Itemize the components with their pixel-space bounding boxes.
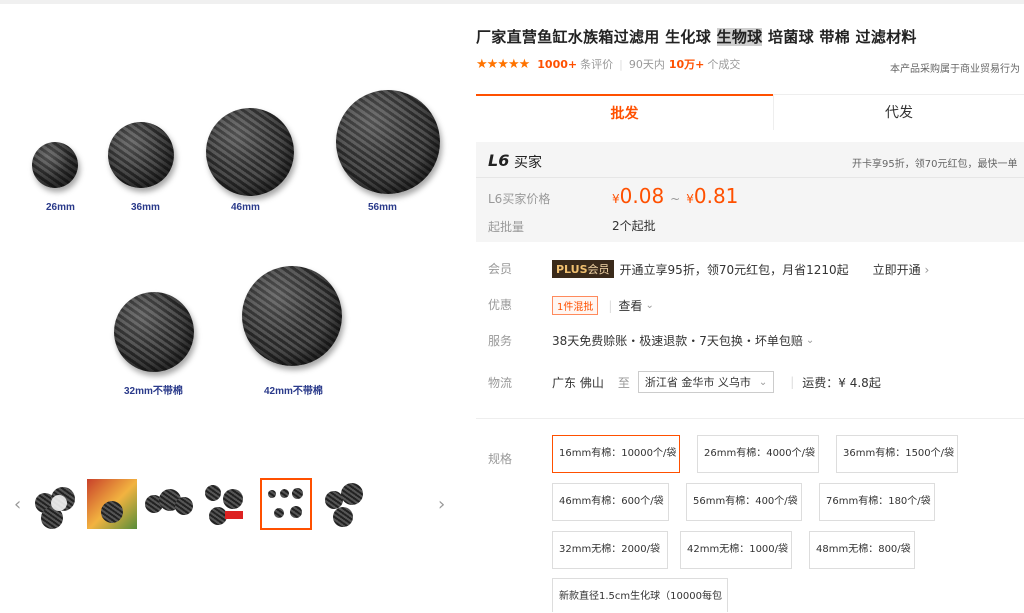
divider: | (619, 57, 623, 71)
plus-member-badge: PLUS会员 (552, 260, 614, 278)
thumbnail[interactable] (142, 478, 194, 530)
purchase-note: 本产品采购属于商业贸易行为 (890, 64, 1020, 75)
bio-ball-36mm (108, 122, 174, 188)
member-row: 会员 PLUS会员 开通立享95折，领70元红包，月省1210起 立即开通 (476, 256, 1024, 282)
ship-to-label: 至 (617, 375, 630, 390)
spec-option[interactable]: 46mm有棉：600个/袋 (552, 483, 669, 521)
thumbnail-active[interactable] (260, 478, 312, 530)
open-membership-link[interactable]: 立即开通 (873, 261, 930, 278)
thumbnail[interactable] (318, 478, 370, 530)
bio-ball-26mm (32, 142, 78, 188)
spec-option[interactable]: 42mm无棉：1000/袋 (680, 531, 792, 569)
service-text[interactable]: 38天免费赊账・极速退款・7天包换・坏单包赔 (552, 332, 803, 349)
moq-label: 起批量 (488, 220, 525, 234)
member-label: 会员 (488, 262, 513, 276)
divider: | (608, 298, 613, 313)
spec-option[interactable]: 56mm有棉：400个/袋 (686, 483, 802, 521)
destination-select[interactable]: 浙江省 金华市 义乌市 ⌄ (637, 371, 775, 393)
discount-row: 优惠 1件混批 | 查看 ⌄ (476, 292, 1024, 318)
section-divider (476, 418, 1024, 419)
top-border (0, 0, 1024, 4)
ball-size-label: 46mm (231, 202, 260, 213)
spec-option[interactable]: 48mm无棉：800/袋 (809, 531, 915, 569)
bio-ball-56mm (336, 90, 440, 194)
purchase-tabs: 批发 代发 (476, 94, 1024, 130)
thumbnail-next-arrow[interactable]: › (438, 494, 445, 515)
currency-symbol: ¥ (612, 192, 620, 206)
price-tilde: ~ (670, 192, 681, 206)
discount-label: 优惠 (488, 298, 513, 312)
sold-label: 个成交 (707, 58, 741, 71)
buyer-level-label: 买家 (514, 155, 542, 171)
spec-label: 规格 (488, 452, 513, 466)
spec-option[interactable]: 76mm有棉：180个/袋 (819, 483, 935, 521)
member-text: 开通立享95折，领70元红包，月省1210起 (619, 262, 849, 277)
ball-size-label: 32mm不带棉 (124, 386, 183, 397)
tab-wholesale[interactable]: 批发 (476, 94, 773, 130)
buyer-level-header: L6 买家 开卡享95折，领70元红包，最快一单 (476, 142, 1024, 178)
thumbnail-strip: ‹ › (14, 476, 450, 532)
period-label: 90天内 (628, 58, 665, 71)
title-highlight: 生物球 (716, 28, 763, 46)
currency-symbol: ¥ (686, 192, 694, 206)
product-title: 厂家直营鱼缸水族箱过滤用 生化球 生物球 培菌球 带棉 过滤材料 (476, 28, 917, 46)
chevron-down-icon[interactable]: ⌄ (806, 335, 814, 346)
ball-size-label: 42mm不带棉 (264, 386, 323, 397)
service-label: 服务 (488, 334, 513, 348)
bio-ball-46mm (206, 108, 294, 196)
price-min: 0.08 (619, 184, 665, 208)
logistics-label: 物流 (488, 376, 513, 390)
main-product-image[interactable]: 26mm 36mm 46mm 56mm 32mm不带棉 42mm不带棉 (14, 24, 454, 444)
review-count[interactable]: 1000+ (537, 58, 577, 71)
buyer-level-badge: L6 (488, 151, 510, 170)
sold-count: 10万+ (668, 58, 705, 71)
shipping-fee: 运费：¥ 4.8起 (802, 375, 881, 390)
star-rating-icon: ★★★★★ (476, 56, 530, 72)
rating-row: ★★★★★ 1000+ 条评价 | 90天内 10万+ 个成交 (476, 56, 740, 72)
ball-size-label: 56mm (368, 202, 397, 213)
price-box: L6 买家 开卡享95折，领70元红包，最快一单 L6买家价格 ¥0.08 ~ ¥0… (476, 142, 1024, 242)
review-label[interactable]: 条评价 (580, 56, 613, 72)
bio-ball-42mm (242, 266, 342, 366)
price-max: 0.81 (693, 184, 739, 208)
ball-size-label: 36mm (131, 202, 160, 213)
buyer-level-promo[interactable]: 开卡享95折，领70元红包，最快一单 (852, 155, 1017, 170)
view-discount-link[interactable]: 查看 (618, 297, 642, 314)
thumbnail-prev-arrow[interactable]: ‹ (14, 494, 21, 515)
spec-option[interactable]: 32mm无棉：2000/袋 (552, 531, 668, 569)
mixed-batch-badge: 1件混批 (552, 296, 599, 315)
logistics-row: 物流 广东 佛山 至 浙江省 金华市 义乌市 ⌄ | 运费：¥ 4.8起 (476, 370, 1024, 396)
spec-option[interactable]: 26mm有棉：4000个/袋 (697, 435, 819, 473)
spec-option[interactable]: 新款直径1.5cm生化球（10000每包 (552, 578, 728, 612)
thumbnail[interactable] (86, 478, 138, 530)
moq-value: 2个起批 (612, 219, 656, 233)
spec-option[interactable]: 16mm有棉：10000个/袋 (552, 435, 680, 473)
bio-ball-32mm (114, 292, 194, 372)
service-row: 服务 38天免费赊账・极速退款・7天包换・坏单包赔 ⌄ (476, 328, 1024, 354)
chevron-down-icon: ⌄ (758, 376, 768, 388)
spec-option[interactable]: 36mm有棉：1500个/袋 (836, 435, 958, 473)
divider: | (790, 375, 795, 389)
tab-dropship[interactable]: 代发 (773, 94, 1024, 130)
ship-from: 广东 佛山 (552, 375, 604, 390)
thumbnail[interactable] (30, 478, 82, 530)
ball-size-label: 26mm (46, 202, 75, 213)
chevron-down-icon[interactable]: ⌄ (645, 300, 653, 311)
price-range: ¥0.08 ~ ¥0.81 (612, 184, 738, 208)
price-label: L6买家价格 (488, 192, 551, 206)
thumbnail[interactable] (198, 478, 250, 530)
